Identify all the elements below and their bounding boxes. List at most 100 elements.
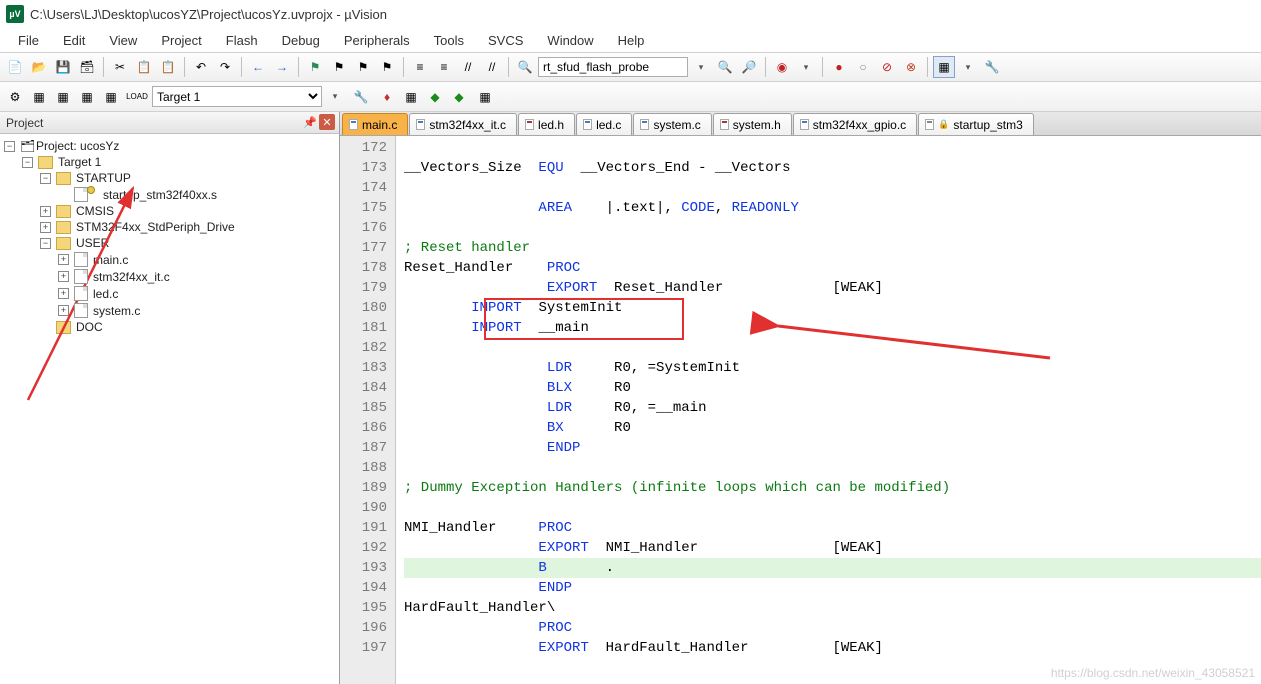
menu-debug[interactable]: Debug (270, 30, 332, 51)
tab-main-c[interactable]: main.c (342, 113, 408, 135)
menu-help[interactable]: Help (606, 30, 657, 51)
tab-label: main.c (362, 118, 397, 132)
debug-dropdown-icon[interactable]: ▾ (795, 56, 817, 78)
close-panel-button[interactable]: ✕ (319, 114, 335, 130)
indent-button[interactable]: ≡ (409, 56, 431, 78)
file-icon (349, 119, 358, 130)
select-pack-button[interactable]: ◆ (448, 86, 470, 108)
download-button[interactable]: LOAD (126, 86, 148, 108)
menu-file[interactable]: File (6, 30, 51, 51)
source-view[interactable]: __Vectors_Size EQU __Vectors_End - __Vec… (396, 136, 1261, 684)
annotation-box (484, 298, 684, 340)
layout-dropdown-icon[interactable]: ▾ (957, 56, 979, 78)
rebuild-button[interactable]: ▦ (52, 86, 74, 108)
tree-target[interactable]: −Target 1 (22, 154, 337, 170)
outdent-button[interactable]: ≡ (433, 56, 455, 78)
project-panel: Project 📌 ✕ −🗂Project: ucosYz−Target 1−S… (0, 112, 340, 684)
menu-window[interactable]: Window (535, 30, 605, 51)
target-selector[interactable]: Target 1 (152, 86, 322, 107)
comment-button[interactable]: // (457, 56, 479, 78)
file-icon (925, 119, 934, 130)
toolbar-separator (103, 57, 104, 77)
main-toolbar: 📄 📂 💾 🗃 ✂ 📋 📋 ↶ ↷ ← → ⚑ ⚑ ⚑ ⚑ ≡ ≡ // // … (0, 52, 1261, 82)
tab-system-h[interactable]: system.h (713, 113, 792, 135)
editor-tab-bar: main.c stm32f4xx_it.cled.h led.c system.c sy… (340, 112, 1261, 136)
manage-project-button[interactable]: ♦ (376, 86, 398, 108)
menu-flash[interactable]: Flash (214, 30, 270, 51)
tab-system-c[interactable]: system.c (633, 113, 711, 135)
tab-led-h[interactable]: led.h (518, 113, 575, 135)
menu-bar: FileEditViewProjectFlashDebugPeripherals… (0, 28, 1261, 52)
tab-stm32f4xx_it-c[interactable]: stm32f4xx_it.c (409, 113, 517, 135)
build-button[interactable]: ▦ (28, 86, 50, 108)
menu-peripherals[interactable]: Peripherals (332, 30, 422, 51)
tab-label: system.h (733, 118, 781, 132)
copy-button[interactable]: 📋 (133, 56, 155, 78)
menu-svcs[interactable]: SVCS (476, 30, 535, 51)
breakpoint-insert-button[interactable]: ● (828, 56, 850, 78)
breakpoint-disable-button[interactable]: ○ (852, 56, 874, 78)
tab-startup_stm3[interactable]: 🔒 startup_stm3 (918, 113, 1034, 135)
open-button[interactable]: 📂 (28, 56, 50, 78)
toolbar-separator (403, 57, 404, 77)
window-title: C:\Users\LJ\Desktop\ucosYZ\Project\ucosY… (30, 7, 387, 22)
find-icon[interactable]: 🔍 (514, 56, 536, 78)
translate-button[interactable]: ⚙ (4, 86, 26, 108)
save-button[interactable]: 💾 (52, 56, 74, 78)
annotation-arrow (18, 180, 158, 413)
target-options-button[interactable]: 🔧 (350, 86, 372, 108)
title-bar: µV C:\Users\LJ\Desktop\ucosYZ\Project\uc… (0, 0, 1261, 28)
menu-view[interactable]: View (97, 30, 149, 51)
undo-button[interactable]: ↶ (190, 56, 212, 78)
bookmark-next-button[interactable]: ⚑ (352, 56, 374, 78)
redo-button[interactable]: ↷ (214, 56, 236, 78)
tab-label: system.c (653, 118, 700, 132)
cut-button[interactable]: ✂ (109, 56, 131, 78)
find-in-files-button[interactable]: 🔍 (714, 56, 736, 78)
batch-build-button[interactable]: ▦ (76, 86, 98, 108)
annotation-arrow (686, 288, 1060, 395)
watermark-text: https://blog.csdn.net/weixin_43058521 (1051, 666, 1255, 680)
toolbar-separator (298, 57, 299, 77)
code-editor[interactable]: 172 173 174 175 176 177 178 179 180 181 … (340, 136, 1261, 684)
nav-back-button[interactable]: ← (247, 56, 269, 78)
breakpoint-kill-button[interactable]: ⊘ (876, 56, 898, 78)
toolbar-separator (241, 57, 242, 77)
lock-icon: 🔒 (938, 119, 949, 130)
project-tree[interactable]: −🗂Project: ucosYz−Target 1−STARTUPstartu… (0, 134, 339, 684)
bookmark-clear-button[interactable]: ⚑ (376, 56, 398, 78)
tab-stm32f4xx_gpio-c[interactable]: stm32f4xx_gpio.c (793, 113, 917, 135)
menu-project[interactable]: Project (149, 30, 213, 51)
pack-installer-button[interactable]: ▦ (474, 86, 496, 108)
tree-project-root[interactable]: −🗂Project: ucosYz (4, 138, 337, 154)
configure-button[interactable]: 🔧 (981, 56, 1003, 78)
tab-label: startup_stm3 (953, 118, 1022, 132)
manage-rte-button[interactable]: ◆ (424, 86, 446, 108)
debug-button[interactable]: ◉ (771, 56, 793, 78)
pin-icon[interactable]: 📌 (303, 116, 317, 129)
menu-edit[interactable]: Edit (51, 30, 97, 51)
stop-build-button[interactable]: ▦ (100, 86, 122, 108)
incremental-find-button[interactable]: 🔎 (738, 56, 760, 78)
find-dropdown-icon[interactable]: ▾ (690, 56, 712, 78)
nav-fwd-button[interactable]: → (271, 56, 293, 78)
find-input[interactable] (538, 57, 688, 77)
window-layout-button[interactable]: ▦ (933, 56, 955, 78)
paste-button[interactable]: 📋 (157, 56, 179, 78)
new-file-button[interactable]: 📄 (4, 56, 26, 78)
menu-tools[interactable]: Tools (422, 30, 476, 51)
file-icon (525, 119, 534, 130)
toolbar-separator (822, 57, 823, 77)
file-icon (416, 119, 425, 130)
bookmark-prev-button[interactable]: ⚑ (328, 56, 350, 78)
breakpoint-kill-all-button[interactable]: ⊗ (900, 56, 922, 78)
tab-led-c[interactable]: led.c (576, 113, 632, 135)
target-dropdown-icon[interactable]: ▾ (324, 86, 346, 108)
bookmark-toggle-button[interactable]: ⚑ (304, 56, 326, 78)
editor-area: main.c stm32f4xx_it.cled.h led.c system.c sy… (340, 112, 1261, 684)
file-ext-button[interactable]: ▦ (400, 86, 422, 108)
project-panel-header: Project 📌 ✕ (0, 112, 339, 134)
tab-label: led.c (596, 118, 621, 132)
uncomment-button[interactable]: // (481, 56, 503, 78)
save-all-button[interactable]: 🗃 (76, 56, 98, 78)
